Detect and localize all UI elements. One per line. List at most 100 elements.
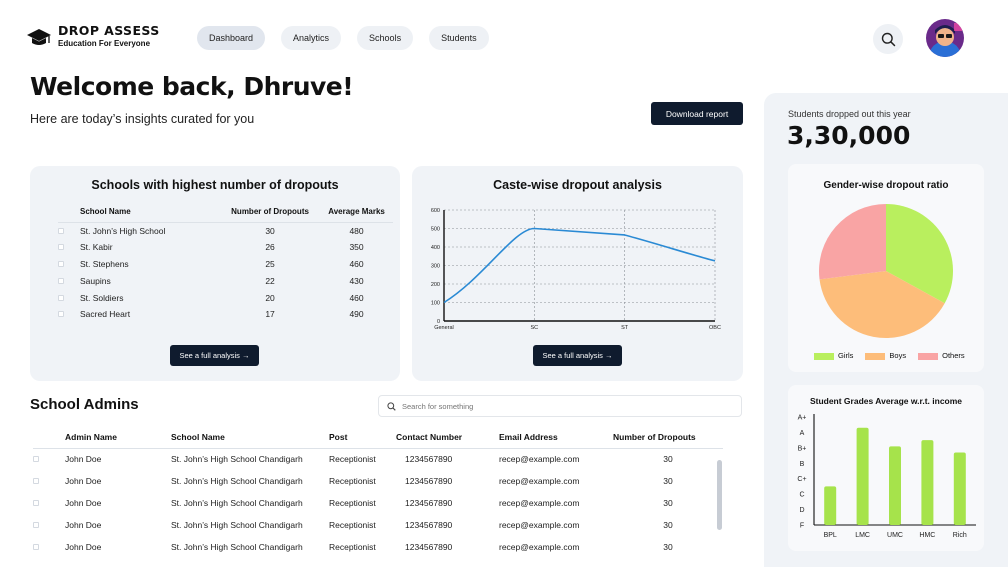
dropouts-cell: 26 [265,242,275,253]
row-checkbox[interactable] [58,277,64,284]
x-tick-label: UMC [887,532,903,539]
average-marks-cell: 460 [349,292,364,303]
legend-swatch [918,352,939,360]
x-tick-label: OBC [709,325,721,331]
y-tick-label: 500 [431,227,440,233]
x-tick-label: Rich [953,532,967,539]
row-checkbox[interactable] [33,456,39,463]
search-icon [881,32,895,46]
nav-analytics[interactable]: Analytics [281,26,342,50]
bar [921,440,934,525]
school-name-cell: Saupins [80,275,111,286]
legend-item-girls: Girls [814,351,853,360]
y-tick-label: 300 [431,264,440,270]
top-nav: Dashboard Analytics Schools Students [197,26,489,50]
table-row[interactable]: John Doe St. John’s High School Chandigar… [33,514,723,536]
y-tick-label: D [799,507,804,514]
dropouts-cell: 30 [663,520,673,530]
table-row[interactable]: St. Stephens 25 460 [58,256,393,273]
x-tick-label: HMC [919,532,935,539]
legend-swatch [814,352,834,360]
admin-name-cell: John Doe [65,454,102,465]
legend-label: Boys [889,351,907,360]
search-icon [387,401,396,411]
table-row[interactable]: John Doe St. John’s High School Chandigar… [33,470,723,492]
download-report-button[interactable]: Download report [651,102,743,125]
dropouts-cell: 22 [265,275,275,286]
nav-schools[interactable]: Schools [357,26,414,50]
school-name-cell: Sacred Heart [80,309,131,320]
dropouts-cell: 25 [265,258,275,269]
search-button[interactable] [873,24,903,54]
table-row[interactable]: St. Soldiers 20 460 [58,289,393,306]
row-checkbox[interactable] [33,500,39,506]
school-name-cell: St. John’s High School Chandigarh [171,454,303,465]
admin-name-cell: John Doe [65,498,102,508]
table-row[interactable]: St. Kabir 26 350 [58,239,393,256]
table-row[interactable]: St. John’s High School 30 480 [58,222,393,239]
dropouts-cell: 17 [265,309,275,320]
gender-chart-title: Gender-wise dropout ratio [823,180,949,191]
admin-search-box[interactable] [378,395,742,417]
post-cell: Receptionist [329,520,376,530]
dropouts-cell: 30 [663,476,673,486]
dropouts-cell: 20 [265,292,275,303]
column-header: Number of Dropouts [613,426,723,449]
insights-panel: Students dropped out this year 3,30,000 … [764,93,1008,567]
table-row[interactable]: John Doe St. John’s High School Chandigar… [33,448,723,470]
row-checkbox[interactable] [33,478,39,484]
row-checkbox[interactable] [58,294,64,301]
email-cell: recep@example.com [499,520,580,530]
admin-search-input[interactable] [402,401,702,411]
row-checkbox[interactable] [58,311,64,318]
y-tick-label: C+ [797,476,806,483]
table-row[interactable]: Saupins 22 430 [58,272,393,289]
y-tick-label: 100 [431,301,440,307]
average-marks-cell: 430 [349,275,364,286]
post-cell: Receptionist [329,498,376,508]
y-tick-label: B+ [798,445,807,452]
bar [889,446,901,525]
row-checkbox[interactable] [33,544,39,550]
contact-number-cell: 1234567890 [405,454,453,465]
row-checkbox[interactable] [33,522,39,528]
row-checkbox[interactable] [58,260,64,267]
nav-dashboard[interactable]: Dashboard [197,26,266,50]
contact-number-cell: 1234567890 [405,542,453,552]
school-name-cell: St. Stephens [80,258,129,269]
students-dropped-value: 3,30,000 [787,121,911,150]
brand-name: DROP ASSESS [58,23,160,38]
schools-dropout-card: Schools with highest number of dropouts … [30,166,400,381]
bar [856,427,869,525]
graduation-cap-icon [27,29,51,45]
avatar[interactable] [926,19,964,57]
grades-bar-chart: A+ A B+ B C+ C D F BPL LMC UMC HMC Rich [797,414,976,539]
legend-label: Others [942,351,965,360]
pie-slice [819,204,886,280]
row-checkbox[interactable] [58,227,64,234]
caste-full-analysis-button[interactable]: See a full analysis → [533,345,622,366]
contact-number-cell: 1234567890 [405,498,453,508]
dropouts-cell: 30 [265,225,275,236]
y-tick-label: C [799,492,804,499]
row-checkbox[interactable] [58,244,64,251]
nav-students[interactable]: Students [429,26,489,50]
email-cell: recep@example.com [499,498,580,508]
dropouts-cell: 30 [663,542,673,552]
x-tick-label: General [434,325,454,331]
gender-legend: Girls Boys Others [814,351,965,360]
schools-full-analysis-button[interactable]: See a full analysis → [170,345,259,366]
table-row[interactable]: John Doe St. John’s High School Chandigar… [33,536,723,558]
admins-scrollbar[interactable] [717,460,722,530]
x-tick-label: LMC [855,532,870,539]
admin-name-cell: John Doe [65,476,102,486]
y-tick-label: F [800,523,804,530]
school-name-cell: St. Kabir [80,242,113,253]
logo[interactable]: DROP ASSESS Education For Everyone [26,24,160,50]
table-row[interactable]: Sacred Heart 17 490 [58,306,393,323]
y-tick-label: A [800,430,805,437]
table-row[interactable]: John Doe St. John’s High School Chandigar… [33,492,723,514]
school-name-cell: St. John’s High School Chandigarh [171,498,303,508]
column-header: Email Address [499,426,613,449]
page-title: Welcome back, Dhruve! [30,72,354,101]
